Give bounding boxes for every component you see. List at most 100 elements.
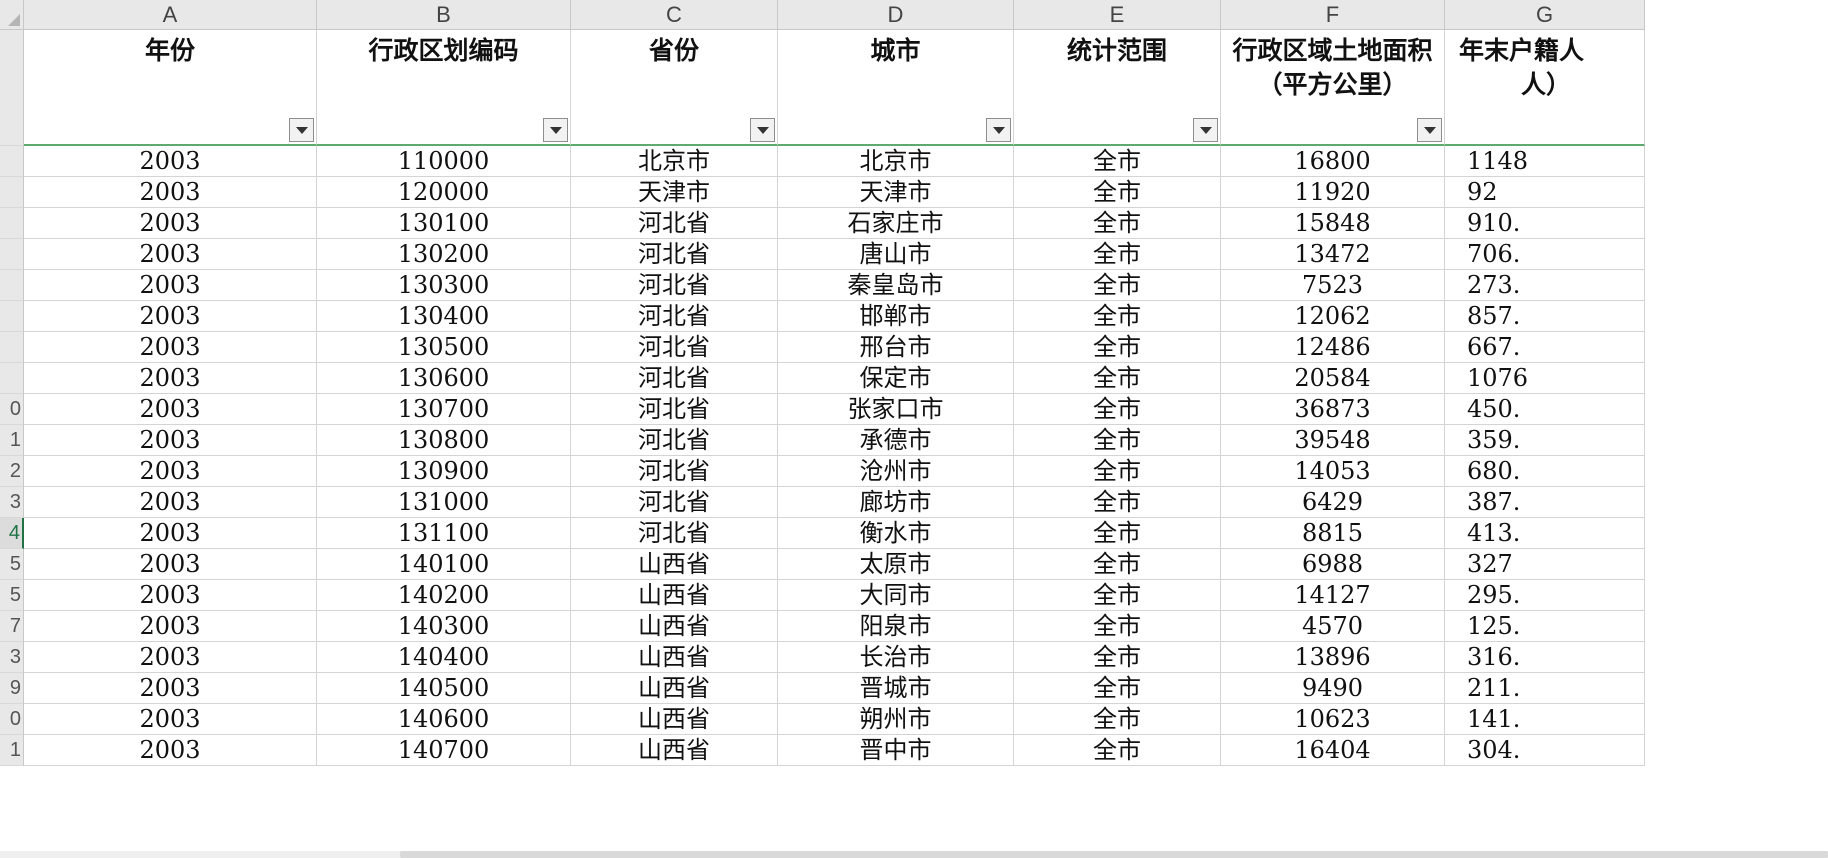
table-cell[interactable]: 273. bbox=[1445, 270, 1645, 301]
row-header[interactable]: 5 bbox=[0, 580, 24, 611]
table-cell[interactable]: 2003 bbox=[24, 673, 317, 704]
table-cell[interactable]: 130300 bbox=[317, 270, 571, 301]
table-cell[interactable]: 2003 bbox=[24, 394, 317, 425]
table-cell[interactable]: 河北省 bbox=[571, 425, 778, 456]
table-cell[interactable]: 140500 bbox=[317, 673, 571, 704]
table-header-g[interactable]: 年末户籍人 人） bbox=[1445, 30, 1645, 146]
table-cell[interactable]: 北京市 bbox=[571, 146, 778, 177]
table-cell[interactable]: 2003 bbox=[24, 270, 317, 301]
table-cell[interactable]: 140300 bbox=[317, 611, 571, 642]
table-cell[interactable]: 14127 bbox=[1221, 580, 1445, 611]
table-cell[interactable]: 河北省 bbox=[571, 239, 778, 270]
table-cell[interactable]: 9490 bbox=[1221, 673, 1445, 704]
table-cell[interactable]: 12062 bbox=[1221, 301, 1445, 332]
table-cell[interactable]: 14053 bbox=[1221, 456, 1445, 487]
spreadsheet[interactable]: ABCDEFG 012345573901 年份 行政区划编码 省份 城市 统计范围 行政区… bbox=[0, 0, 1828, 858]
table-cell[interactable]: 2003 bbox=[24, 456, 317, 487]
row-header[interactable] bbox=[0, 332, 24, 363]
table-cell[interactable]: 13472 bbox=[1221, 239, 1445, 270]
table-cell[interactable]: 131000 bbox=[317, 487, 571, 518]
table-cell[interactable]: 全市 bbox=[1014, 301, 1221, 332]
table-cell[interactable]: 2003 bbox=[24, 301, 317, 332]
table-cell[interactable]: 全市 bbox=[1014, 239, 1221, 270]
table-cell[interactable]: 沧州市 bbox=[778, 456, 1014, 487]
table-cell[interactable]: 天津市 bbox=[571, 177, 778, 208]
table-cell[interactable]: 河北省 bbox=[571, 456, 778, 487]
column-header-f[interactable]: F bbox=[1221, 0, 1445, 30]
table-cell[interactable]: 16404 bbox=[1221, 735, 1445, 766]
table-cell[interactable]: 450. bbox=[1445, 394, 1645, 425]
table-cell[interactable]: 朔州市 bbox=[778, 704, 1014, 735]
table-cell[interactable]: 910. bbox=[1445, 208, 1645, 239]
table-cell[interactable]: 130500 bbox=[317, 332, 571, 363]
table-cell[interactable]: 全市 bbox=[1014, 363, 1221, 394]
table-cell[interactable]: 山西省 bbox=[571, 549, 778, 580]
table-cell[interactable]: 全市 bbox=[1014, 177, 1221, 208]
column-header-d[interactable]: D bbox=[778, 0, 1014, 30]
table-cell[interactable]: 36873 bbox=[1221, 394, 1445, 425]
table-cell[interactable]: 全市 bbox=[1014, 673, 1221, 704]
table-cell[interactable]: 1076 bbox=[1445, 363, 1645, 394]
table-cell[interactable]: 邢台市 bbox=[778, 332, 1014, 363]
select-all-corner[interactable] bbox=[0, 0, 24, 30]
table-cell[interactable]: 130400 bbox=[317, 301, 571, 332]
table-cell[interactable]: 承德市 bbox=[778, 425, 1014, 456]
table-cell[interactable]: 2003 bbox=[24, 239, 317, 270]
table-header-d[interactable]: 城市 bbox=[778, 30, 1014, 146]
row-header[interactable]: 1 bbox=[0, 735, 24, 766]
table-cell[interactable]: 6988 bbox=[1221, 549, 1445, 580]
table-cell[interactable]: 140100 bbox=[317, 549, 571, 580]
table-cell[interactable]: 130700 bbox=[317, 394, 571, 425]
table-cell[interactable]: 327 bbox=[1445, 549, 1645, 580]
table-cell[interactable]: 全市 bbox=[1014, 332, 1221, 363]
table-cell[interactable]: 140600 bbox=[317, 704, 571, 735]
table-header-b[interactable]: 行政区划编码 bbox=[317, 30, 571, 146]
table-cell[interactable]: 130200 bbox=[317, 239, 571, 270]
row-header[interactable] bbox=[0, 301, 24, 332]
table-cell[interactable]: 295. bbox=[1445, 580, 1645, 611]
table-cell[interactable]: 全市 bbox=[1014, 611, 1221, 642]
table-cell[interactable]: 2003 bbox=[24, 518, 317, 549]
table-cell[interactable]: 130600 bbox=[317, 363, 571, 394]
column-header-b[interactable]: B bbox=[317, 0, 571, 30]
table-cell[interactable]: 2003 bbox=[24, 332, 317, 363]
row-header[interactable]: 7 bbox=[0, 611, 24, 642]
row-header[interactable]: 9 bbox=[0, 673, 24, 704]
table-cell[interactable]: 大同市 bbox=[778, 580, 1014, 611]
table-cell[interactable]: 16800 bbox=[1221, 146, 1445, 177]
table-cell[interactable]: 全市 bbox=[1014, 704, 1221, 735]
table-cell[interactable]: 天津市 bbox=[778, 177, 1014, 208]
row-header[interactable] bbox=[0, 270, 24, 301]
table-cell[interactable]: 1148 bbox=[1445, 146, 1645, 177]
table-cell[interactable]: 359. bbox=[1445, 425, 1645, 456]
table-cell[interactable]: 山西省 bbox=[571, 580, 778, 611]
table-cell[interactable]: 全市 bbox=[1014, 580, 1221, 611]
filter-dropdown-icon[interactable] bbox=[543, 118, 568, 142]
row-header[interactable]: 0 bbox=[0, 704, 24, 735]
table-cell[interactable]: 141. bbox=[1445, 704, 1645, 735]
table-cell[interactable]: 全市 bbox=[1014, 208, 1221, 239]
table-cell[interactable]: 张家口市 bbox=[778, 394, 1014, 425]
column-header-c[interactable]: C bbox=[571, 0, 778, 30]
table-header-c[interactable]: 省份 bbox=[571, 30, 778, 146]
table-cell[interactable]: 92 bbox=[1445, 177, 1645, 208]
table-cell[interactable]: 12486 bbox=[1221, 332, 1445, 363]
table-cell[interactable]: 706. bbox=[1445, 239, 1645, 270]
row-header[interactable]: 4 bbox=[0, 518, 24, 549]
filter-dropdown-icon[interactable] bbox=[1193, 118, 1218, 142]
table-cell[interactable]: 2003 bbox=[24, 704, 317, 735]
table-cell[interactable]: 唐山市 bbox=[778, 239, 1014, 270]
table-header-a[interactable]: 年份 bbox=[24, 30, 317, 146]
table-header-f[interactable]: 行政区域土地面积 （平方公里） bbox=[1221, 30, 1445, 146]
table-cell[interactable]: 2003 bbox=[24, 580, 317, 611]
row-header[interactable]: 1 bbox=[0, 425, 24, 456]
table-header-e[interactable]: 统计范围 bbox=[1014, 30, 1221, 146]
table-cell[interactable]: 山西省 bbox=[571, 673, 778, 704]
table-cell[interactable]: 全市 bbox=[1014, 456, 1221, 487]
table-cell[interactable]: 阳泉市 bbox=[778, 611, 1014, 642]
table-cell[interactable]: 413. bbox=[1445, 518, 1645, 549]
table-cell[interactable]: 全市 bbox=[1014, 518, 1221, 549]
table-cell[interactable]: 石家庄市 bbox=[778, 208, 1014, 239]
table-cell[interactable]: 全市 bbox=[1014, 735, 1221, 766]
table-cell[interactable]: 太原市 bbox=[778, 549, 1014, 580]
